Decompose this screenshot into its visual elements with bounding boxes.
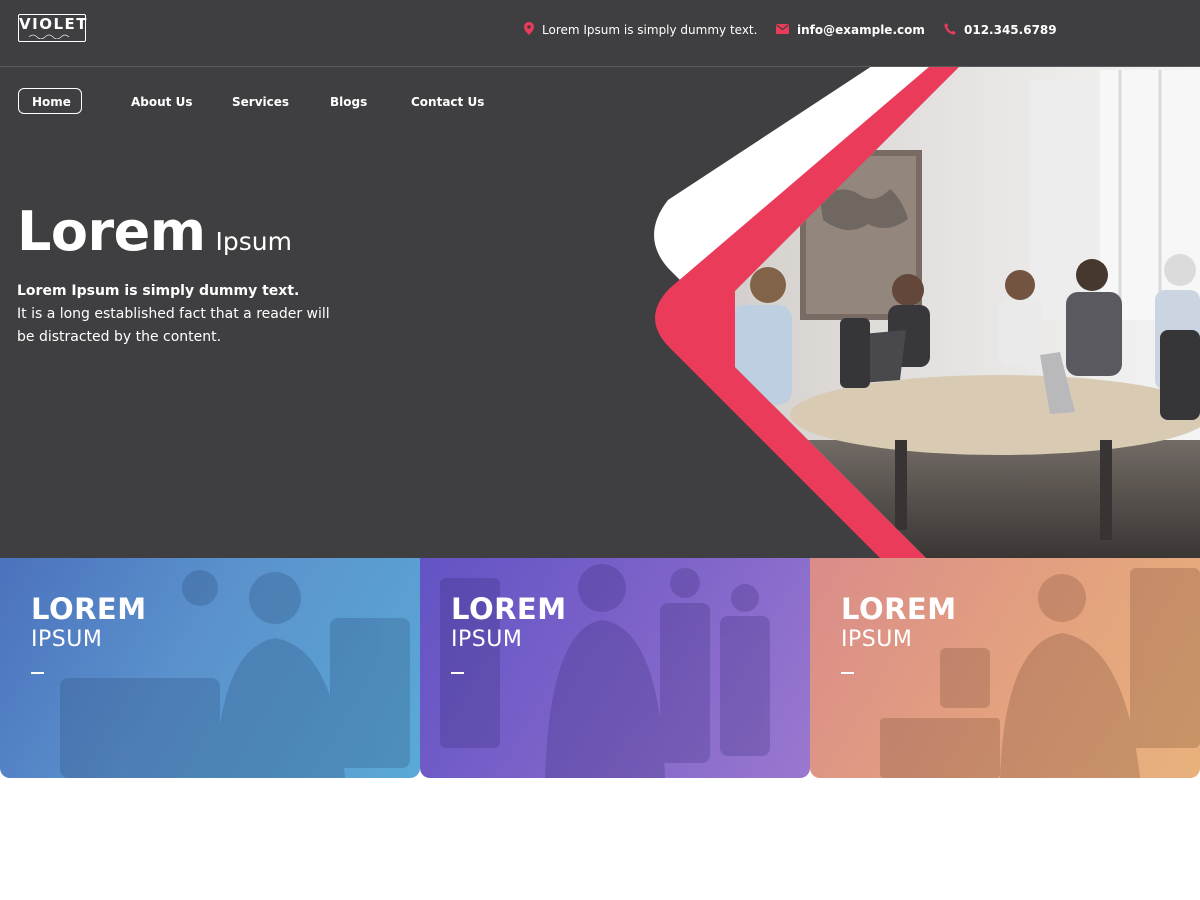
hero-image: [654, 66, 1200, 558]
feature-card-1[interactable]: LOREM IPSUM: [0, 558, 420, 778]
card-divider: [841, 672, 854, 674]
card-photo: [440, 564, 770, 778]
nav-home[interactable]: Home: [18, 88, 82, 114]
card-title: LOREM: [841, 592, 957, 626]
contact-email-text: info@example.com: [797, 23, 925, 37]
nav-contact-us[interactable]: Contact Us: [411, 89, 484, 115]
hero-body-line-2: be distracted by the content.: [17, 329, 222, 345]
feature-cards: LOREM IPSUM LOREM IPSUM LOREM IPSUM: [0, 558, 1200, 780]
hero-description: Lorem Ipsum is simply dummy text. It is …: [17, 280, 357, 349]
nav-about-us[interactable]: About Us: [131, 89, 192, 115]
card-title: LOREM: [31, 592, 147, 626]
card-subtitle: IPSUM: [451, 627, 523, 652]
location-pin-icon: [524, 22, 534, 38]
contact-phone[interactable]: 012.345.6789: [944, 21, 1057, 39]
brand-logo[interactable]: VIOLET: [18, 14, 86, 42]
logo-text: VIOLET: [19, 15, 88, 33]
feature-card-3[interactable]: LOREM IPSUM: [810, 558, 1200, 778]
logo-script: [19, 32, 85, 41]
hero-tagline: Lorem Ipsum is simply dummy text.: [17, 283, 300, 299]
card-subtitle: IPSUM: [31, 627, 103, 652]
card-photo: [880, 568, 1200, 778]
nav-blogs[interactable]: Blogs: [330, 89, 367, 115]
nav-services[interactable]: Services: [232, 89, 289, 115]
hero-section: VIOLET Lorem Ipsum is simply dummy text.…: [0, 0, 1200, 558]
top-bar: VIOLET Lorem Ipsum is simply dummy text.…: [0, 0, 1200, 67]
card-title: LOREM: [451, 592, 567, 626]
hero-body-line-1: It is a long established fact that a rea…: [17, 306, 330, 322]
contact-address: Lorem Ipsum is simply dummy text.: [524, 21, 757, 39]
envelope-icon: [776, 23, 789, 37]
card-divider: [451, 672, 464, 674]
contact-address-text: Lorem Ipsum is simply dummy text.: [542, 23, 758, 37]
hero-title-secondary: Ipsum: [215, 227, 292, 256]
card-subtitle: IPSUM: [841, 627, 913, 652]
contact-email[interactable]: info@example.com: [776, 21, 925, 39]
hero-title: Lorem Ipsum: [17, 200, 292, 263]
card-divider: [31, 672, 44, 674]
hero-title-main: Lorem: [17, 200, 206, 263]
feature-card-2[interactable]: LOREM IPSUM: [420, 558, 810, 778]
contact-phone-text: 012.345.6789: [964, 23, 1057, 37]
phone-icon: [944, 22, 956, 38]
card-photo: [60, 570, 410, 778]
